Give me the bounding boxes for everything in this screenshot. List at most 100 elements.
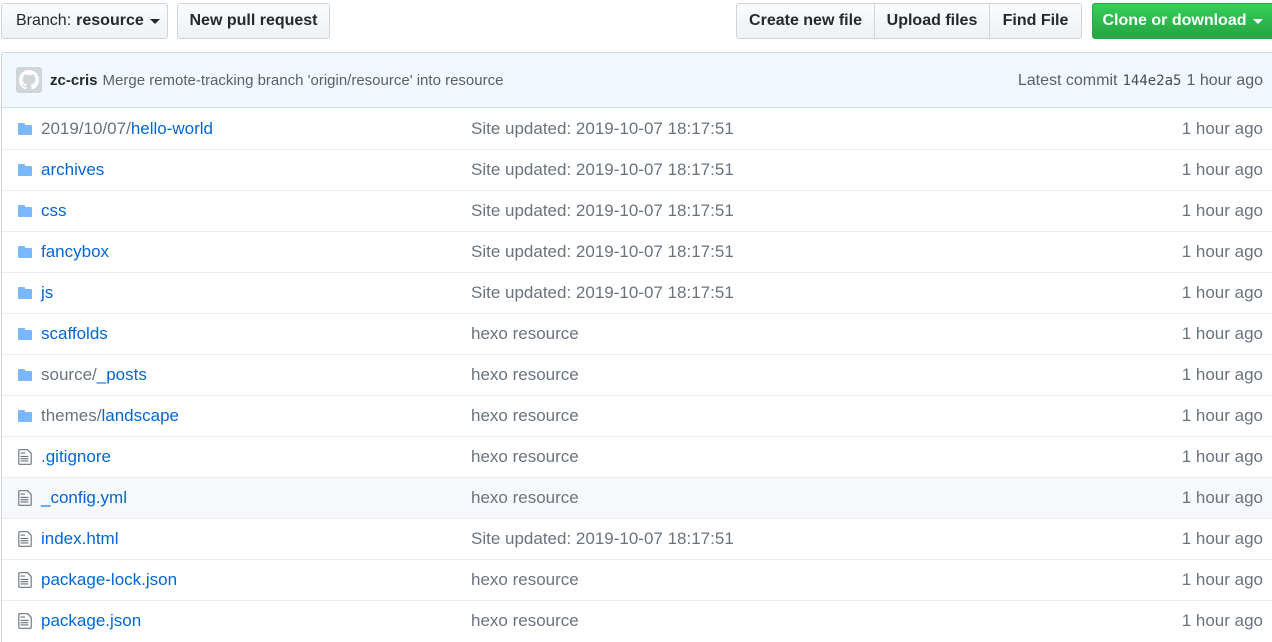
commit-age: 1 hour ago: [1181, 447, 1263, 466]
commit-message-link[interactable]: Site updated: 2019-10-07 18:17:51: [471, 283, 734, 303]
repo-toolbar: Branch: resource New pull request Create…: [0, 3, 1272, 39]
file-name-link[interactable]: package.json: [41, 611, 141, 631]
file-path-prefix: themes/: [41, 406, 102, 425]
table-row[interactable]: 2019/10/07/hello-world Site updated: 2019…: [2, 108, 1272, 149]
upload-files-button[interactable]: Upload files: [874, 3, 990, 39]
file-name: landscape: [101, 406, 179, 425]
file-icon: [15, 611, 35, 631]
branch-label: Branch:: [16, 12, 72, 29]
commit-message-link[interactable]: hexo resource: [471, 365, 579, 385]
commit-age: 1 hour ago: [1181, 324, 1263, 343]
file-name: hello-world: [130, 118, 214, 138]
commit-message-link[interactable]: hexo resource: [471, 488, 579, 508]
commit-message-link[interactable]: Site updated: 2019-10-07 18:17:51: [471, 119, 734, 139]
table-row[interactable]: .gitignore hexo resource 1 hour ago: [2, 436, 1272, 477]
commit-age: 1 hour ago: [1181, 406, 1263, 425]
commit-age: 1 hour ago: [1181, 570, 1263, 589]
commit-message-link[interactable]: Site updated: 2019-10-07 18:17:51: [471, 160, 734, 180]
file-name: _posts: [96, 365, 147, 384]
latest-commit-bar: zc-cris Merge remote-tracking branch 'or…: [2, 53, 1272, 108]
file-name-link[interactable]: _config.yml: [41, 488, 127, 508]
table-row[interactable]: source/_posts hexo resource 1 hour ago: [2, 354, 1272, 395]
clone-or-download-button[interactable]: Clone or download: [1092, 3, 1272, 39]
file-name: package.json: [41, 611, 142, 630]
branch-name: resource: [76, 12, 144, 29]
create-new-file-button[interactable]: Create new file: [736, 3, 875, 39]
file-name: js: [41, 283, 54, 302]
file-name-link[interactable]: 2019/10/07/hello-world: [41, 119, 213, 139]
commit-age: 1 hour ago: [1181, 201, 1263, 220]
table-row[interactable]: package-lock.json hexo resource 1 hour ago: [2, 559, 1272, 600]
chevron-down-icon: [149, 18, 160, 24]
file-icon: [15, 488, 35, 508]
commit-message-link[interactable]: hexo resource: [471, 324, 579, 344]
table-row[interactable]: themes/landscape hexo resource 1 hour ago: [2, 395, 1272, 436]
commit-age: 1 hour ago: [1181, 611, 1263, 630]
file-name: css: [41, 201, 67, 220]
file-name: scaffolds: [41, 324, 108, 343]
commit-age: 1 hour ago: [1181, 365, 1263, 384]
chevron-down-icon: [1252, 18, 1263, 24]
folder-icon: [15, 324, 35, 344]
file-path-prefix: 2019/10/07/: [41, 118, 131, 138]
table-row[interactable]: fancybox Site updated: 2019-10-07 18:17:5…: [2, 231, 1272, 272]
file-name: archives: [41, 160, 105, 179]
avatar-svg: [19, 70, 39, 90]
folder-icon: [15, 160, 35, 180]
table-row[interactable]: package.json hexo resource 1 hour ago: [2, 600, 1272, 641]
table-row[interactable]: scaffolds hexo resource 1 hour ago: [2, 313, 1272, 354]
table-row[interactable]: _config.yml hexo resource 1 hour ago: [2, 477, 1272, 518]
folder-icon: [15, 119, 35, 139]
commit-message[interactable]: Merge remote-tracking branch 'origin/res…: [103, 72, 504, 89]
folder-icon: [15, 365, 35, 385]
file-actions-group: Create new file Upload files Find File: [736, 3, 1082, 39]
file-rows: 2019/10/07/hello-world Site updated: 2019…: [2, 108, 1272, 641]
file-name-link[interactable]: package-lock.json: [41, 570, 177, 590]
commit-message-link[interactable]: Site updated: 2019-10-07 18:17:51: [471, 242, 734, 262]
file-name-link[interactable]: source/_posts: [41, 365, 147, 385]
latest-commit-info: Latest commit 144e2a5 1 hour ago: [1018, 53, 1263, 108]
commit-message-link[interactable]: hexo resource: [471, 406, 579, 426]
commit-age: 1 hour ago: [1181, 160, 1263, 179]
commit-message-link[interactable]: hexo resource: [471, 611, 579, 631]
file-name-link[interactable]: js: [41, 283, 53, 303]
table-row[interactable]: archives Site updated: 2019-10-07 18:17:5…: [2, 149, 1272, 190]
folder-icon: [15, 201, 35, 221]
commit-age: 1 hour ago: [1181, 529, 1263, 548]
commit-author[interactable]: zc-cris: [50, 72, 98, 89]
table-row[interactable]: index.html Site updated: 2019-10-07 18:17…: [2, 518, 1272, 559]
commit-message-link[interactable]: hexo resource: [471, 447, 579, 467]
file-name: index.html: [41, 529, 119, 548]
commit-age: 1 hour ago: [1181, 283, 1263, 302]
file-name: package-lock.json: [41, 570, 178, 589]
commit-message-link[interactable]: Site updated: 2019-10-07 18:17:51: [471, 529, 734, 549]
file-name-link[interactable]: themes/landscape: [41, 406, 179, 426]
commit-sha[interactable]: 144e2a5: [1122, 73, 1181, 89]
table-row[interactable]: css Site updated: 2019-10-07 18:17:51 1 ho…: [2, 190, 1272, 231]
new-pull-request-button[interactable]: New pull request: [177, 3, 330, 39]
clone-label: Clone or download: [1102, 12, 1247, 29]
folder-icon: [15, 242, 35, 262]
branch-select-button[interactable]: Branch: resource: [1, 3, 168, 39]
file-path-prefix: source/: [41, 365, 97, 384]
commit-age: 1 hour ago: [1186, 71, 1263, 89]
find-file-button[interactable]: Find File: [989, 3, 1082, 39]
commit-age: 1 hour ago: [1181, 242, 1263, 261]
file-icon: [15, 447, 35, 467]
file-name-link[interactable]: scaffolds: [41, 324, 108, 344]
file-name-link[interactable]: archives: [41, 160, 104, 180]
file-icon: [15, 570, 35, 590]
file-name: fancybox: [41, 242, 110, 261]
commit-message-link[interactable]: Site updated: 2019-10-07 18:17:51: [471, 201, 734, 221]
file-name-link[interactable]: fancybox: [41, 242, 109, 262]
file-name-link[interactable]: css: [41, 201, 67, 221]
file-name-link[interactable]: index.html: [41, 529, 118, 549]
github-octocat-icon[interactable]: [16, 67, 42, 93]
folder-icon: [15, 406, 35, 426]
table-row[interactable]: js Site updated: 2019-10-07 18:17:51 1 hou…: [2, 272, 1272, 313]
commit-age: 1 hour ago: [1181, 488, 1263, 507]
commit-message-link[interactable]: hexo resource: [471, 570, 579, 590]
folder-icon: [15, 283, 35, 303]
file-name-link[interactable]: .gitignore: [41, 447, 111, 467]
file-icon: [15, 529, 35, 549]
